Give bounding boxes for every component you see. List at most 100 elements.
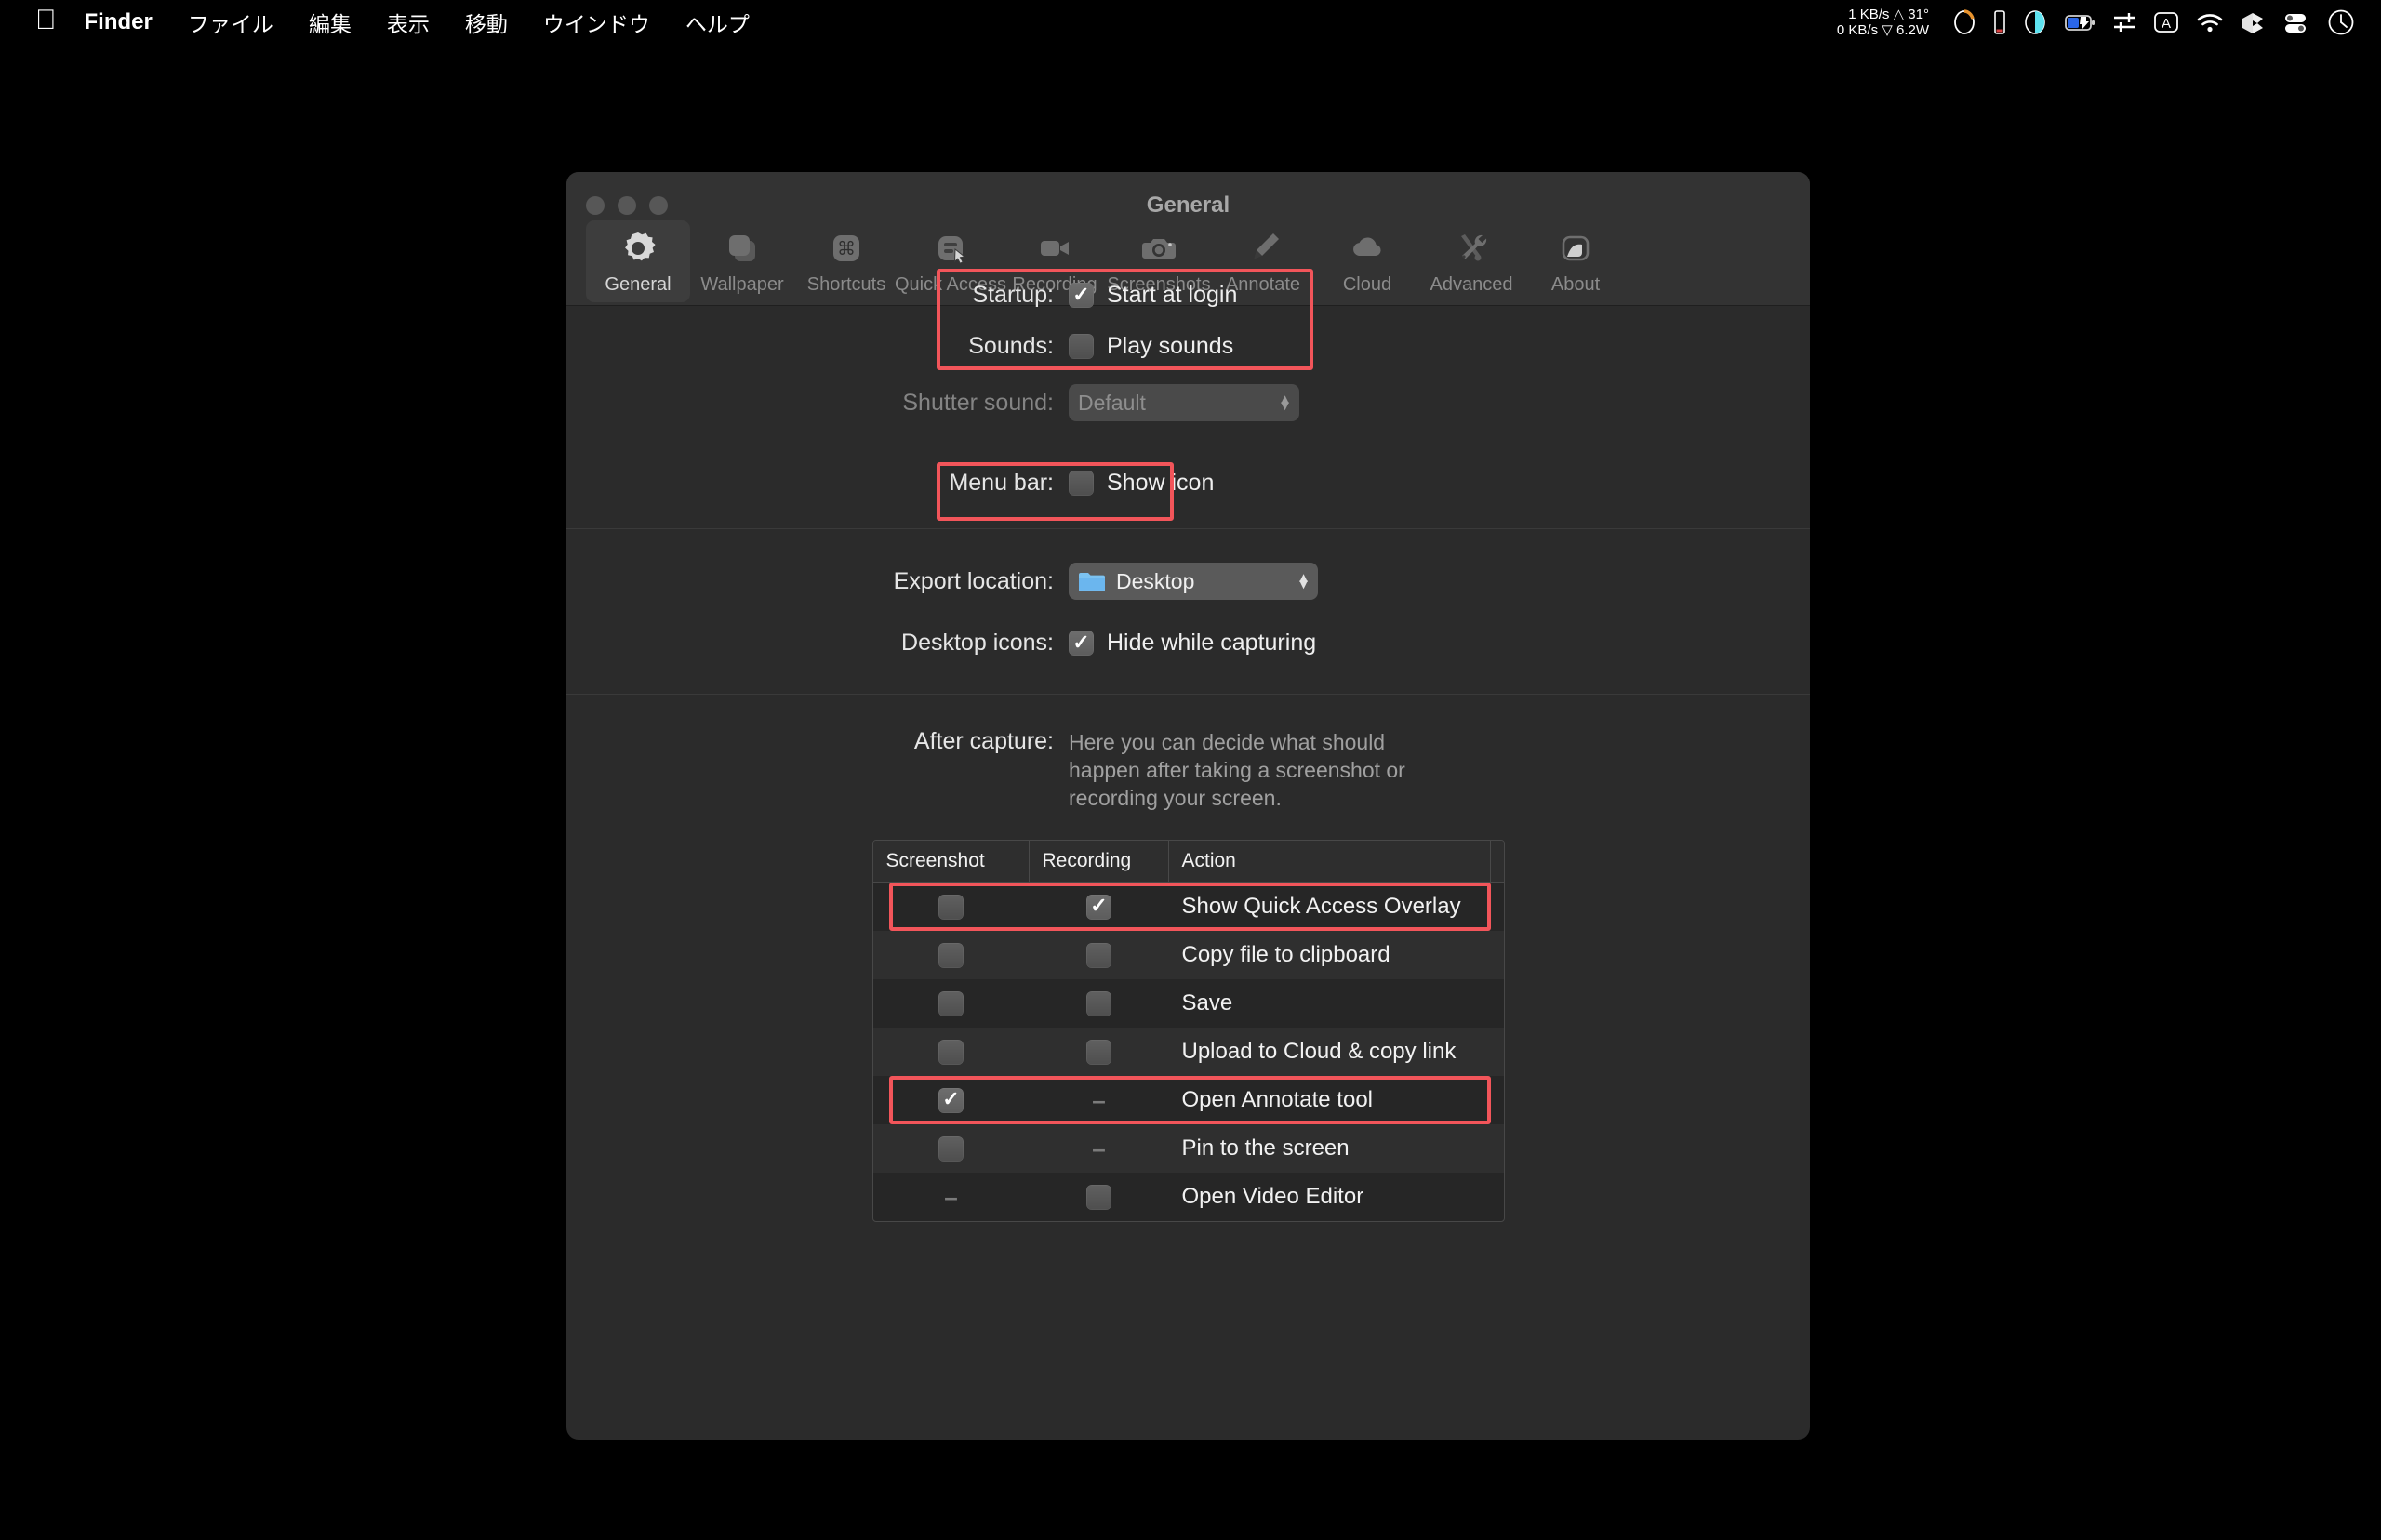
- start-at-login-checkbox[interactable]: ✓: [1069, 283, 1094, 308]
- cell-screenshot-checkbox[interactable]: [873, 883, 1030, 931]
- table-scroll-gutter: [1491, 841, 1504, 882]
- disk-usage-gauge-icon[interactable]: [1952, 8, 1976, 36]
- cell-screenshot-checkbox[interactable]: [873, 1124, 1030, 1173]
- checkbox-unchecked[interactable]: [938, 942, 964, 968]
- general-settings-content: Startup: ✓ Start at login Sounds: Play s…: [566, 246, 1810, 1222]
- cell-recording-checkbox[interactable]: ✓: [1030, 883, 1169, 931]
- action-label: Show Quick Access Overlay: [1181, 894, 1461, 919]
- section-export: Export location: Desktop ▲ ▼ Desktop icon…: [566, 529, 1810, 694]
- window-titlebar[interactable]: General General Wallpaper ⌘ Shortcuts Qu…: [566, 172, 1810, 306]
- export-location-value: Desktop: [1116, 568, 1195, 593]
- cell-recording-checkbox[interactable]: [1030, 931, 1169, 979]
- apple-logo-icon[interactable]: : [35, 6, 57, 34]
- battery-charging-icon[interactable]: [2064, 8, 2095, 36]
- play-sounds-label: Play sounds: [1107, 333, 1234, 359]
- start-at-login-label: Start at login: [1107, 282, 1238, 308]
- shutter-sound-field[interactable]: Default ▲ ▼: [1069, 384, 1299, 421]
- cell-action: Copy file to clipboard: [1169, 931, 1504, 979]
- table-header-row: Screenshot Recording Action: [872, 841, 1504, 883]
- wifi-icon[interactable]: [2196, 8, 2224, 36]
- cell-action: Upload to Cloud & copy link: [1169, 1028, 1504, 1076]
- table-row[interactable]: – Pin to the screen: [872, 1124, 1504, 1173]
- stats-line-2: 0 KB/s ▽ 6.2W: [1836, 21, 1929, 38]
- dropbox-icon[interactable]: [2241, 8, 2265, 36]
- section-after-capture: After capture: Here you can decide what …: [566, 695, 1810, 1222]
- startup-row: Startup: ✓ Start at login: [566, 282, 1810, 309]
- hide-while-capturing-label: Hide while capturing: [1107, 630, 1317, 656]
- checkbox-unchecked[interactable]: [1086, 942, 1111, 968]
- macos-menu-bar:  Finder ファイル 編集 表示 移動 ウインドウ ヘルプ 1 KB/s …: [0, 0, 2381, 44]
- menu-item-view[interactable]: 表示: [387, 7, 430, 38]
- action-label: Copy file to clipboard: [1181, 942, 1390, 967]
- export-location-select[interactable]: Desktop ▲ ▼: [1069, 563, 1318, 600]
- control-center-icon[interactable]: [2281, 8, 2309, 36]
- cell-recording-checkbox[interactable]: [1030, 1173, 1169, 1221]
- stats-line-1: 1 KB/s △ 31°: [1848, 6, 1929, 22]
- action-label: Open Annotate tool: [1181, 1087, 1374, 1112]
- checkbox-unchecked[interactable]: [938, 990, 964, 1016]
- cell-screenshot-checkbox[interactable]: [873, 1028, 1030, 1076]
- checkbox-unchecked[interactable]: [938, 894, 964, 920]
- cell-screenshot-checkbox[interactable]: [873, 979, 1030, 1028]
- checkbox-unchecked[interactable]: [938, 1039, 964, 1065]
- chevron-updown-icon: ▲ ▼: [1278, 392, 1292, 414]
- menu-item-help[interactable]: ヘルプ: [685, 7, 750, 38]
- blue-folder-icon: [1078, 570, 1106, 592]
- column-header-recording[interactable]: Recording: [1030, 841, 1169, 882]
- section-startup: Startup: ✓ Start at login Sounds: Play s…: [566, 246, 1810, 453]
- action-label: Save: [1181, 990, 1233, 1016]
- menu-item-edit[interactable]: 編集: [309, 7, 352, 38]
- cell-recording-checkbox[interactable]: [1030, 979, 1169, 1028]
- checkmark-icon: ✓: [1090, 894, 1108, 917]
- table-row[interactable]: Save: [873, 979, 1504, 1028]
- shutter-sound-label: Shutter sound:: [902, 389, 1054, 416]
- network-stats[interactable]: 1 KB/s △ 31° 0 KB/s ▽ 6.2W: [1837, 7, 1929, 38]
- cell-screenshot-checkbox[interactable]: [873, 931, 1030, 979]
- table-row[interactable]: ✓ Show Quick Access Overlay: [873, 883, 1504, 931]
- column-header-screenshot[interactable]: Screenshot: [873, 841, 1030, 882]
- cell-screenshot-checkbox[interactable]: ✓: [873, 1076, 1030, 1124]
- cell-screenshot-checkbox: –: [873, 1173, 1030, 1221]
- clock-icon[interactable]: [2326, 7, 2356, 37]
- input-source-icon[interactable]: A: [2153, 8, 2179, 36]
- play-sounds-field[interactable]: Play sounds: [1069, 333, 1233, 360]
- sliders-icon[interactable]: [2112, 8, 2136, 36]
- menu-item-go[interactable]: 移動: [465, 7, 508, 38]
- export-location-field[interactable]: Desktop ▲ ▼: [1069, 563, 1318, 600]
- hide-while-capturing-checkbox[interactable]: ✓: [1069, 631, 1094, 656]
- cell-action: Save: [1169, 979, 1504, 1028]
- checkbox-unchecked[interactable]: [938, 1135, 964, 1162]
- checkbox-checked[interactable]: ✓: [938, 1087, 964, 1113]
- checkbox-unchecked[interactable]: [1086, 1184, 1111, 1210]
- start-at-login-field[interactable]: ✓ Start at login: [1069, 282, 1237, 309]
- after-capture-label: After capture:: [913, 728, 1054, 754]
- table-row[interactable]: – Open Video Editor: [873, 1173, 1504, 1221]
- sounds-row: Sounds: Play sounds: [566, 333, 1810, 360]
- play-sounds-checkbox[interactable]: [1069, 334, 1094, 359]
- cell-action: Open Annotate tool: [1169, 1076, 1504, 1124]
- table-row[interactable]: Copy file to clipboard: [872, 931, 1504, 979]
- action-label: Open Video Editor: [1181, 1184, 1364, 1209]
- memory-bar-icon[interactable]: [1993, 8, 2006, 36]
- table-row[interactable]: ✓ – Open Annotate tool: [873, 1076, 1504, 1124]
- table-row[interactable]: Upload to Cloud & copy link: [872, 1028, 1504, 1076]
- column-header-action[interactable]: Action: [1169, 841, 1491, 882]
- checkbox-checked[interactable]: ✓: [1086, 894, 1111, 920]
- not-applicable-dash: –: [1092, 1134, 1106, 1162]
- show-icon-field[interactable]: Show icon: [1069, 470, 1214, 497]
- hide-while-capturing-field[interactable]: ✓ Hide while capturing: [1069, 630, 1316, 657]
- checkbox-unchecked[interactable]: [1086, 1039, 1111, 1065]
- menu-item-window[interactable]: ウインドウ: [543, 7, 650, 38]
- menu-app-name[interactable]: Finder: [85, 9, 153, 35]
- menu-bar-status-area: 1 KB/s △ 31° 0 KB/s ▽ 6.2W A: [1837, 0, 2364, 44]
- battery-circle-icon[interactable]: [2023, 8, 2047, 36]
- show-icon-checkbox[interactable]: [1069, 471, 1094, 496]
- svg-text:A: A: [2162, 16, 2171, 32]
- action-label: Pin to the screen: [1181, 1135, 1350, 1161]
- sounds-label: Sounds:: [968, 333, 1054, 359]
- menu-item-file[interactable]: ファイル: [188, 7, 273, 38]
- checkbox-unchecked[interactable]: [1086, 990, 1111, 1016]
- shutter-sound-select[interactable]: Default ▲ ▼: [1069, 384, 1299, 421]
- cell-recording-checkbox[interactable]: [1030, 1028, 1169, 1076]
- menu-bar-row: Menu bar: Show icon: [566, 453, 1810, 528]
